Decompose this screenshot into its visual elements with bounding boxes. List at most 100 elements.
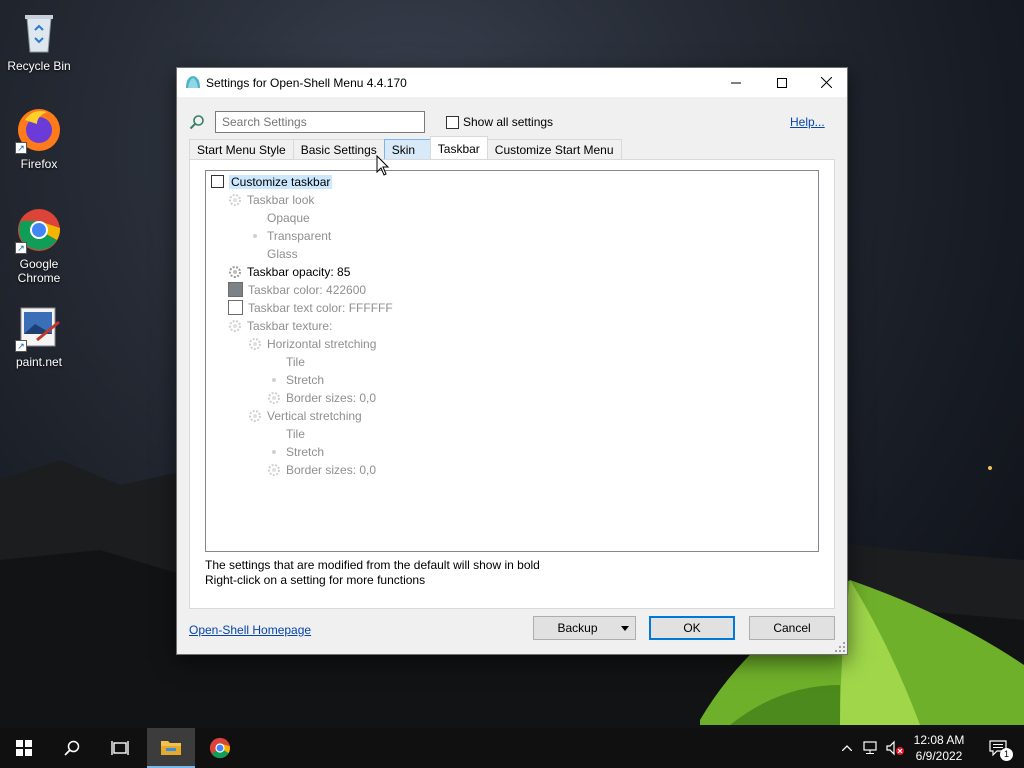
tab-skin[interactable]: Skin — [383, 139, 431, 159]
search-settings-input[interactable] — [215, 111, 425, 133]
tree-item-horizontal-stretching[interactable]: Horizontal stretching — [248, 335, 376, 352]
start-button[interactable] — [0, 728, 48, 768]
tab-start-menu-style[interactable]: Start Menu Style — [189, 139, 294, 159]
tree-item-transparent[interactable]: Transparent — [248, 227, 331, 244]
tree-item-label: Tile — [286, 354, 305, 369]
firefox-icon: ↗ — [15, 106, 63, 154]
close-icon — [820, 77, 832, 88]
taskbar-chrome[interactable] — [196, 728, 244, 768]
tree-item-taskbar-text-color[interactable]: Taskbar text color: FFFFFF — [228, 299, 393, 316]
tree-item-label: Taskbar text color: FFFFFF — [248, 300, 393, 315]
shortcut-arrow-icon: ↗ — [15, 142, 27, 154]
tree-item-taskbar-look[interactable]: Taskbar look — [228, 191, 314, 208]
tab-basic-settings[interactable]: Basic Settings — [292, 139, 385, 159]
tree-item-opaque[interactable]: Opaque — [248, 209, 310, 226]
backup-label: Backup — [557, 621, 598, 635]
open-shell-homepage-link[interactable]: Open-Shell Homepage — [189, 623, 311, 637]
tree-item-tile[interactable]: Tile — [267, 353, 305, 370]
search-button[interactable] — [48, 728, 96, 768]
tree-item-label: Border sizes: 0,0 — [286, 390, 377, 405]
tree-item-label: Opaque — [267, 210, 310, 225]
title-bar[interactable]: Settings for Open-Shell Menu 4.4.170 — [177, 68, 847, 97]
volume-tray-button[interactable] — [884, 728, 906, 768]
show-hidden-icons-button[interactable] — [838, 728, 856, 768]
shortcut-arrow-icon: ↗ — [15, 242, 27, 254]
paintnet-icon: ↗ — [15, 304, 63, 352]
hint-right-click-text: Right-click on a setting for more functi… — [205, 573, 426, 587]
settings-tree[interactable]: Customize taskbar Taskbar look Opaque Tr… — [205, 170, 819, 552]
search-icon — [64, 740, 80, 756]
taskbar: 12:08 AM 6/9/2022 1 — [0, 728, 1024, 768]
tree-item-vertical-stretching[interactable]: Vertical stretching — [248, 407, 362, 424]
tree-item-label: Taskbar color: 422600 — [248, 282, 367, 297]
mouse-cursor-icon — [376, 155, 390, 176]
tree-item-label: Taskbar texture: — [247, 318, 333, 333]
desktop-icon-label: Google Chrome — [17, 257, 61, 285]
window-client-area: Show all settings Help... Start Menu Sty… — [177, 97, 847, 654]
clock-time: 12:08 AM — [913, 733, 965, 747]
desktop-icon-label: Recycle Bin — [7, 59, 71, 73]
task-view-icon — [111, 741, 129, 755]
show-all-settings-checkbox[interactable]: Show all settings — [446, 115, 553, 129]
tree-item-label: Taskbar look — [247, 192, 315, 207]
chevron-up-icon — [842, 745, 852, 751]
ok-button[interactable]: OK — [649, 616, 735, 640]
radio-dot-icon — [248, 229, 262, 243]
task-view-button[interactable] — [96, 728, 144, 768]
tree-item-taskbar-opacity[interactable]: Taskbar opacity: 85 — [228, 263, 350, 280]
tree-item-taskbar-color[interactable]: Taskbar color: 422600 — [228, 281, 366, 298]
setting-gear-icon — [249, 409, 261, 422]
tree-item-label: Transparent — [267, 228, 332, 243]
settings-window: Settings for Open-Shell Menu 4.4.170 Sho… — [176, 67, 848, 655]
tree-item-label: Border sizes: 0,0 — [286, 462, 377, 477]
help-link[interactable]: Help... — [790, 115, 825, 129]
customize-taskbar-checkbox[interactable] — [211, 175, 224, 188]
close-button[interactable] — [803, 68, 849, 97]
network-tray-button[interactable] — [860, 728, 882, 768]
desktop-icon-recycle-bin[interactable]: Recycle Bin — [4, 8, 74, 73]
color-swatch — [228, 300, 243, 315]
tree-item-stretch[interactable]: Stretch — [267, 371, 324, 388]
tree-item-taskbar-texture[interactable]: Taskbar texture: — [228, 317, 332, 334]
tree-item-label: Taskbar opacity: 85 — [247, 264, 351, 279]
minimize-button[interactable] — [713, 68, 759, 97]
desktop-icon-chrome[interactable]: ↗ Google Chrome — [4, 206, 74, 285]
taskbar-file-explorer[interactable] — [147, 728, 195, 768]
checkbox-box[interactable] — [446, 115, 459, 129]
resize-grip-icon[interactable] — [835, 642, 845, 652]
tab-taskbar[interactable]: Taskbar — [429, 136, 488, 159]
tree-item-stretch[interactable]: Stretch — [267, 443, 324, 460]
tree-item-customize-taskbar[interactable]: Customize taskbar — [210, 173, 333, 190]
tree-item-border-sizes[interactable]: Border sizes: 0,0 — [267, 389, 376, 406]
taskbar-clock[interactable]: 12:08 AM 6/9/2022 — [906, 732, 972, 764]
setting-gear-icon — [249, 337, 261, 350]
maximize-button[interactable] — [759, 68, 805, 97]
radio-empty-icon — [248, 211, 262, 225]
volume-muted-icon — [886, 740, 904, 756]
cancel-button[interactable]: Cancel — [749, 616, 835, 640]
shortcut-arrow-icon: ↗ — [15, 340, 27, 352]
tree-item-tile[interactable]: Tile — [267, 425, 305, 442]
chrome-icon — [209, 737, 231, 759]
tree-item-border-sizes[interactable]: Border sizes: 0,0 — [267, 461, 376, 478]
tab-strip: Start Menu Style Basic Settings Skin Tas… — [189, 136, 622, 159]
radio-dot-icon — [267, 445, 281, 459]
tree-item-label: Tile — [286, 426, 305, 441]
window-title: Settings for Open-Shell Menu 4.4.170 — [206, 76, 407, 90]
dropdown-arrow-icon[interactable] — [621, 626, 629, 631]
search-icon — [189, 114, 205, 130]
desktop-icon-firefox[interactable]: ↗ Firefox — [4, 106, 74, 171]
cancel-label: Cancel — [773, 621, 811, 635]
tree-item-glass[interactable]: Glass — [248, 245, 298, 262]
chrome-icon: ↗ — [15, 206, 63, 254]
backup-button[interactable]: Backup — [533, 616, 636, 640]
radio-empty-icon — [267, 427, 281, 441]
desktop-icon-label: paint.net — [15, 355, 63, 369]
recycle-bin-icon — [15, 8, 63, 56]
tree-item-label: Glass — [267, 246, 298, 261]
radio-dot-icon — [267, 373, 281, 387]
action-center-button[interactable]: 1 — [978, 728, 1018, 768]
tab-customize-start-menu[interactable]: Customize Start Menu — [486, 139, 622, 159]
desktop-icon-paintnet[interactable]: ↗ paint.net — [4, 304, 74, 369]
minimize-icon — [731, 82, 741, 83]
